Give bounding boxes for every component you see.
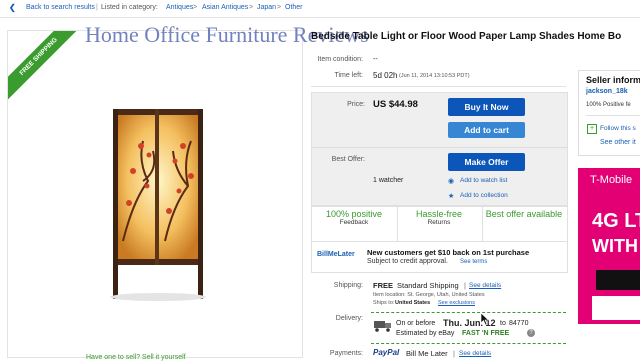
breadcrumb-separator-icon: >	[193, 4, 198, 11]
badge-feedback: 100% positive Feedback	[312, 209, 396, 226]
badge-returns: Hassle-free Returns	[397, 209, 481, 226]
shipping-standard: Standard Shipping	[397, 281, 459, 290]
divider	[312, 147, 567, 148]
ships-to-label: Ships to:	[373, 300, 395, 306]
shipping-free: FREE	[373, 281, 394, 290]
listing-title: Bedside Table Light or Floor Wood Paper …	[311, 31, 622, 42]
bill-me-later-promo: BillMeLater New customers get $10 back o…	[311, 241, 568, 273]
breadcrumb-separator-icon: >	[277, 4, 282, 11]
add-to-cart-button[interactable]: Add to cart	[448, 122, 525, 138]
badge-subtitle: Feedback	[339, 219, 369, 226]
shipping-pipe: |	[464, 281, 466, 290]
info-icon[interactable]: ?	[527, 329, 535, 337]
delivery-to: to	[500, 320, 506, 327]
payments-see-details-link[interactable]: See details	[459, 350, 491, 357]
price-value: US $44.98	[373, 99, 418, 110]
breadcrumb-asian-antiques[interactable]: Asian Antiques	[202, 4, 248, 11]
add-to-watch-list-link[interactable]: Add to watch list	[460, 177, 507, 184]
breadcrumb-japan[interactable]: Japan	[257, 4, 276, 11]
plus-icon[interactable]: +	[587, 124, 597, 134]
payments-label: Payments:	[329, 350, 363, 357]
best-offer-label: Best Offer:	[331, 156, 365, 163]
purchase-box: Price: US $44.98 Buy It Now Add to cart …	[311, 92, 568, 206]
breadcrumb-antiques[interactable]: Antiques	[166, 4, 193, 11]
delivery-label: Delivery:	[335, 315, 363, 322]
lamp-product-image[interactable]	[103, 91, 213, 301]
star-icon: ★	[448, 193, 455, 200]
see-exclusions-link[interactable]: See exclusions	[438, 300, 475, 306]
time-left-value: 5d 02h	[373, 71, 398, 80]
badge-title: Hassle-free	[415, 209, 462, 219]
back-arrow-icon[interactable]: ❮	[9, 3, 16, 12]
time-left-label: Time left:	[334, 72, 363, 79]
watcher-count: 1 watcher	[373, 177, 404, 184]
see-terms-link[interactable]: See terms	[460, 259, 487, 265]
product-image-panel[interactable]: FREE SHIPPING	[7, 30, 303, 358]
condition-label: Item condition:	[317, 56, 363, 63]
ad-panel	[592, 296, 640, 320]
badge-subtitle: Returns	[427, 219, 451, 226]
seller-name-link[interactable]: jackson_18k	[586, 88, 628, 95]
divider	[311, 86, 566, 87]
badge-title: Best offer available	[485, 209, 563, 219]
divider	[586, 115, 640, 116]
badge-title: 100% positive	[325, 209, 383, 219]
promo-subtext: Subject to credit approval.	[367, 258, 448, 265]
ships-to-value: United States	[395, 300, 431, 306]
breadcrumb-divider: |	[96, 4, 98, 11]
add-to-collection-link[interactable]: Add to collection	[460, 192, 508, 199]
eye-icon: ◉	[448, 178, 455, 185]
price-label: Price:	[347, 101, 365, 108]
follow-seller-link[interactable]: Follow this s	[600, 125, 636, 132]
time-left-date: (Jun 11, 2014 13:10:53 PDT)	[399, 73, 470, 79]
shipping-label: Shipping:	[333, 282, 363, 289]
back-to-search-link[interactable]: Back to search results	[26, 4, 95, 11]
truck-icon	[374, 321, 391, 332]
shipping-see-details-link[interactable]: See details	[469, 282, 501, 289]
listed-in-label: Listed in category:	[101, 4, 158, 11]
ad-headline: 4G LT	[592, 210, 640, 232]
item-location: Item location: St. George, Utah, United …	[373, 292, 485, 298]
delivery-zip[interactable]: 84770	[509, 320, 528, 327]
seller-info-box: Seller inform jackson_18k 100% Positive …	[578, 70, 640, 156]
payments-pipe: |	[453, 349, 455, 358]
tmobile-advertisement[interactable]: T-Mobile 4G LT WITH	[578, 168, 640, 324]
make-offer-button[interactable]: Make Offer	[448, 153, 525, 171]
see-other-items-link[interactable]: See other it	[600, 139, 636, 146]
delivery-estimated: Estimated by eBay	[396, 330, 455, 337]
breadcrumb-bar: ❮ Back to search results | Listed in cat…	[0, 0, 640, 18]
condition-value: --	[373, 56, 378, 63]
ad-phone-image	[596, 270, 640, 290]
breadcrumb-separator-icon: >	[249, 4, 254, 11]
fast-n-free-badge: FAST 'N FREE	[462, 330, 510, 337]
seller-badges: 100% positive Feedback Hassle-free Retur…	[311, 206, 568, 242]
seller-info-header: Seller inform	[586, 75, 640, 85]
seller-feedback: 100% Positive fe	[586, 102, 631, 108]
ad-brand: T-Mobile	[590, 174, 633, 186]
bill-me-later-text: Bill Me Later	[406, 349, 448, 358]
promo-headline: New customers get $10 back on 1st purcha…	[367, 248, 530, 257]
ad-subheadline: WITH	[592, 236, 638, 256]
mouse-cursor-icon	[480, 312, 490, 326]
breadcrumb-other[interactable]: Other	[285, 4, 303, 11]
buy-it-now-button[interactable]: Buy It Now	[448, 98, 525, 116]
badge-best-offer: Best offer available	[482, 209, 566, 219]
free-shipping-ribbon: FREE SHIPPING	[8, 31, 84, 102]
delivery-box	[371, 312, 566, 344]
paypal-logo: PayPal	[373, 348, 400, 357]
bill-me-later-logo: BillMeLater	[317, 251, 355, 258]
delivery-before: On or before	[396, 320, 436, 327]
